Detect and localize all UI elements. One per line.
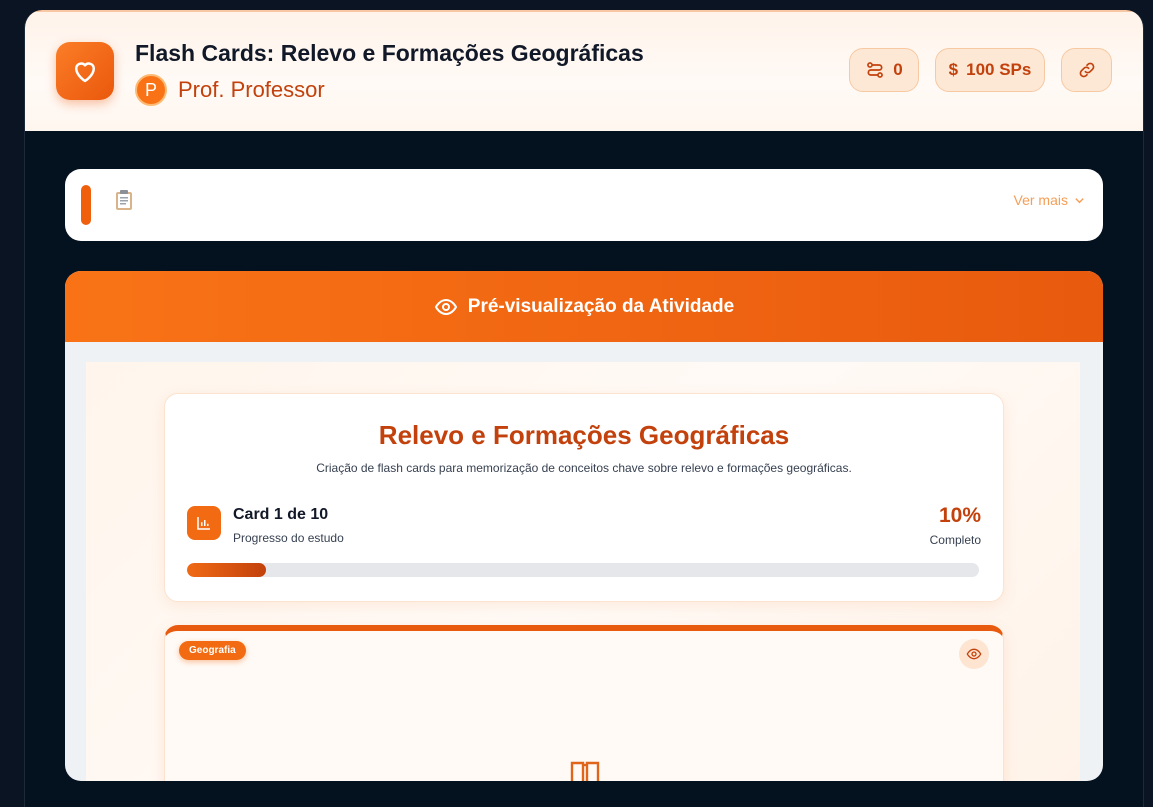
- subject-badge: Geografia: [179, 641, 246, 660]
- bar-chart-icon: [187, 506, 221, 540]
- connections-button[interactable]: 0: [849, 48, 919, 92]
- points-button[interactable]: $ 100 SPs: [935, 48, 1045, 92]
- author[interactable]: P Prof. Professor: [135, 74, 325, 106]
- connections-count: 0: [893, 60, 903, 79]
- link-icon: [1079, 62, 1094, 78]
- preview-header: Pré-visualização da Atividade: [65, 271, 1103, 342]
- dollar-icon: $: [948, 60, 959, 79]
- activity-title: Relevo e Formações Geográficas: [378, 420, 790, 450]
- route-icon: [867, 62, 884, 78]
- card-counter: Card 1 de 10: [233, 506, 329, 523]
- clipboard-icon: [115, 189, 133, 217]
- app-window: Flash Cards: Relevo e Formações Geográfi…: [24, 10, 1144, 807]
- preview-heading: Pré-visualização da Atividade: [467, 295, 735, 317]
- description-panel: Ver mais: [65, 169, 1103, 241]
- favorite-button[interactable]: [56, 42, 114, 100]
- progress-percent: 10%: [938, 504, 981, 527]
- preview-stage: Relevo e Formações Geográficas Criação d…: [86, 362, 1080, 781]
- progress-label: Progresso do estudo: [233, 531, 344, 545]
- percent-label: Completo: [929, 533, 981, 547]
- eye-icon: [434, 298, 457, 315]
- accent-bar: [81, 185, 91, 225]
- author-name: Prof. Professor: [178, 77, 325, 102]
- share-link-button[interactable]: [1061, 48, 1112, 92]
- activity-preview: Pré-visualização da Atividade Relevo e F…: [65, 271, 1103, 781]
- chevron-down-icon: [1075, 197, 1084, 203]
- ver-mais-label: Ver mais: [1013, 192, 1068, 208]
- points-value: 100 SPs: [966, 60, 1032, 79]
- progress-fill: [187, 563, 267, 577]
- activity-header: Flash Cards: Relevo e Formações Geográfi…: [25, 10, 1143, 131]
- avatar: P: [135, 74, 167, 106]
- book-icon: [570, 761, 600, 781]
- reveal-button[interactable]: [959, 639, 989, 669]
- progress-bar: [187, 563, 979, 577]
- flash-card[interactable]: Geografia: [164, 625, 1004, 781]
- heart-icon: [75, 62, 95, 83]
- activity-subtitle: Criação de flash cards para memorização …: [316, 461, 852, 475]
- ver-mais-button[interactable]: Ver mais: [1014, 192, 1085, 208]
- study-progress-card: Relevo e Formações Geográficas Criação d…: [164, 393, 1004, 602]
- page-title: Flash Cards: Relevo e Formações Geográfi…: [135, 40, 644, 66]
- eye-icon: [966, 648, 982, 660]
